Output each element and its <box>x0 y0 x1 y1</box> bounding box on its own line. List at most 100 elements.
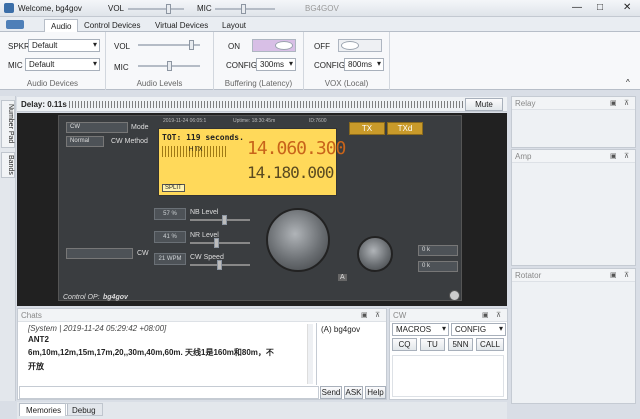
vol-level-slider[interactable] <box>138 40 200 50</box>
chats-float-icon[interactable]: ▣ <box>361 311 368 319</box>
nb-level-thumb[interactable] <box>222 215 227 225</box>
cw-text-area[interactable] <box>392 355 504 397</box>
bottom-tab-bar: Memories Debug <box>17 402 507 419</box>
vol-level-thumb[interactable] <box>189 40 194 50</box>
title-mic-slider[interactable] <box>215 4 275 14</box>
buffering-config-select[interactable]: 300ms <box>256 58 296 71</box>
minimize-icon[interactable]: — <box>572 2 582 13</box>
chat-user-list: (A) bg4gov <box>316 323 386 385</box>
relay-pin-icon[interactable]: ⊼ <box>624 99 629 107</box>
cw-pin-icon[interactable]: ⊼ <box>496 311 501 319</box>
title-bar: Welcome, bg4gov VOL MIC BG4GOV — □ ✕ <box>0 0 640 17</box>
delay-label: Delay: 0.11s <box>21 100 67 109</box>
chat-system-line: [System | 2019-11-24 05:29:42 +08:00] <box>28 324 167 333</box>
tab-number-pad[interactable]: Number Pad <box>1 100 15 148</box>
vox-group: OFF CONFIG 800ms VOX (Local) <box>304 32 390 90</box>
delay-waveform <box>69 101 479 108</box>
chat-bands-line: 6m,10m,12m,15m,17m,20,,30m,40m,60m. 天线1是… <box>28 348 274 357</box>
txd-button[interactable]: TXd <box>387 122 423 135</box>
chat-ant-line: ANT2 <box>28 335 49 344</box>
tu-button[interactable]: TU <box>420 338 445 351</box>
buffering-toggle-knob[interactable] <box>275 41 293 50</box>
nr-level-value: 41 % <box>154 231 186 243</box>
tab-layout[interactable]: Layout <box>216 19 252 32</box>
rotator-float-icon[interactable]: ▣ <box>610 271 617 279</box>
call-button[interactable]: CALL <box>476 338 504 351</box>
cw-pane-title: CW <box>390 309 507 322</box>
audio-levels-group: VOL MIC Audio Levels <box>106 32 214 90</box>
vox-title: VOX (Local) <box>324 79 369 88</box>
vox-config-select[interactable]: 800ms <box>344 58 384 71</box>
ribbon-tab-bar: Audio Control Devices Virtual Devices La… <box>0 17 640 32</box>
ask-button[interactable]: ASK <box>344 386 363 399</box>
vox-state: OFF <box>314 42 330 51</box>
title-vol-slider[interactable] <box>128 4 184 14</box>
tab-debug[interactable]: Debug <box>65 403 103 416</box>
tab-memories[interactable]: Memories <box>19 403 69 416</box>
rotator-pin-icon[interactable]: ⊼ <box>624 271 629 279</box>
nb-level-label: NB Level <box>190 209 219 216</box>
maximize-icon[interactable]: □ <box>597 2 603 13</box>
amp-float-icon[interactable]: ▣ <box>610 152 617 160</box>
audio-levels-title: Audio Levels <box>136 79 183 88</box>
tab-virtual-devices[interactable]: Virtual Devices <box>149 19 214 32</box>
mute-button[interactable]: Mute <box>465 98 503 111</box>
relay-float-icon[interactable]: ▣ <box>610 99 617 107</box>
control-op-label: Control OP: <box>63 294 100 301</box>
chat-scrollbar[interactable] <box>307 324 313 384</box>
power-button[interactable] <box>449 290 460 301</box>
sub-frequency: 14.180.000 <box>247 163 334 182</box>
cw-method-label: CW Method <box>111 138 148 145</box>
vox-config-label: CONFIG <box>314 61 346 70</box>
tab-bands[interactable]: Bands <box>1 152 15 178</box>
chat-user[interactable]: (A) bg4gov <box>321 325 360 334</box>
chat-input[interactable] <box>19 386 319 399</box>
mode-select[interactable]: CW <box>66 122 128 133</box>
filter-select-a[interactable]: 0 k <box>418 245 458 256</box>
collapse-ribbon-icon[interactable]: ^ <box>626 78 630 87</box>
mic-level-slider[interactable] <box>138 61 200 71</box>
sub-knob[interactable] <box>357 236 393 272</box>
mic-select[interactable]: Default <box>25 58 100 71</box>
title-mic-thumb[interactable] <box>241 4 246 14</box>
ribbon-menu-icon[interactable] <box>6 20 24 29</box>
tab-audio[interactable]: Audio <box>44 19 79 32</box>
nr-level-slider[interactable] <box>190 238 250 248</box>
mic-level-thumb[interactable] <box>167 61 172 71</box>
cw-float-icon[interactable]: ▣ <box>482 311 489 319</box>
tx-button[interactable]: TX <box>349 122 385 135</box>
cw-label: CW <box>137 250 149 257</box>
chat-log: [System | 2019-11-24 05:29:42 +08:00] AN… <box>28 323 313 385</box>
buffering-toggle[interactable] <box>252 39 296 52</box>
cw-config-select[interactable]: CONFIG <box>451 323 506 336</box>
audio-devices-title: Audio Devices <box>26 79 79 88</box>
main-tuning-knob[interactable] <box>266 208 330 272</box>
help-button[interactable]: Help <box>365 386 386 399</box>
delay-bar: Delay: 0.11s Mute <box>17 97 507 112</box>
app-icon <box>4 3 14 13</box>
cw-method-select[interactable]: Normal <box>66 136 104 147</box>
spkr-select[interactable]: Default <box>28 39 100 52</box>
send-button[interactable]: Send <box>320 386 342 399</box>
nr-level-thumb[interactable] <box>214 238 219 248</box>
vox-toggle[interactable] <box>338 39 382 52</box>
vol-label: VOL <box>108 4 125 13</box>
macros-select[interactable]: MACROS <box>392 323 449 336</box>
chats-pin-icon[interactable]: ⊼ <box>375 311 380 319</box>
lcd-display: 2019-11-24 06:05:1 Uptime: 18:30:45m ID:… <box>158 118 346 196</box>
welcome-text: Welcome, bg4gov <box>18 4 82 13</box>
tab-control-devices[interactable]: Control Devices <box>78 19 146 32</box>
amp-pin-icon[interactable]: ⊼ <box>624 152 629 160</box>
mic-device-label: MIC <box>8 61 23 70</box>
5nn-button[interactable]: 5NN <box>448 338 473 351</box>
nb-level-slider[interactable] <box>190 215 250 225</box>
close-icon[interactable]: ✕ <box>623 2 631 13</box>
buffering-title: Buffering (Latency) <box>224 79 293 88</box>
cw-input[interactable] <box>66 248 133 259</box>
title-vol-thumb[interactable] <box>166 4 171 14</box>
cw-speed-slider[interactable] <box>190 260 250 270</box>
cq-button[interactable]: CQ <box>392 338 417 351</box>
filter-select-b[interactable]: 0 k <box>418 261 458 272</box>
cw-speed-thumb[interactable] <box>217 260 222 270</box>
vox-toggle-knob[interactable] <box>341 41 359 50</box>
